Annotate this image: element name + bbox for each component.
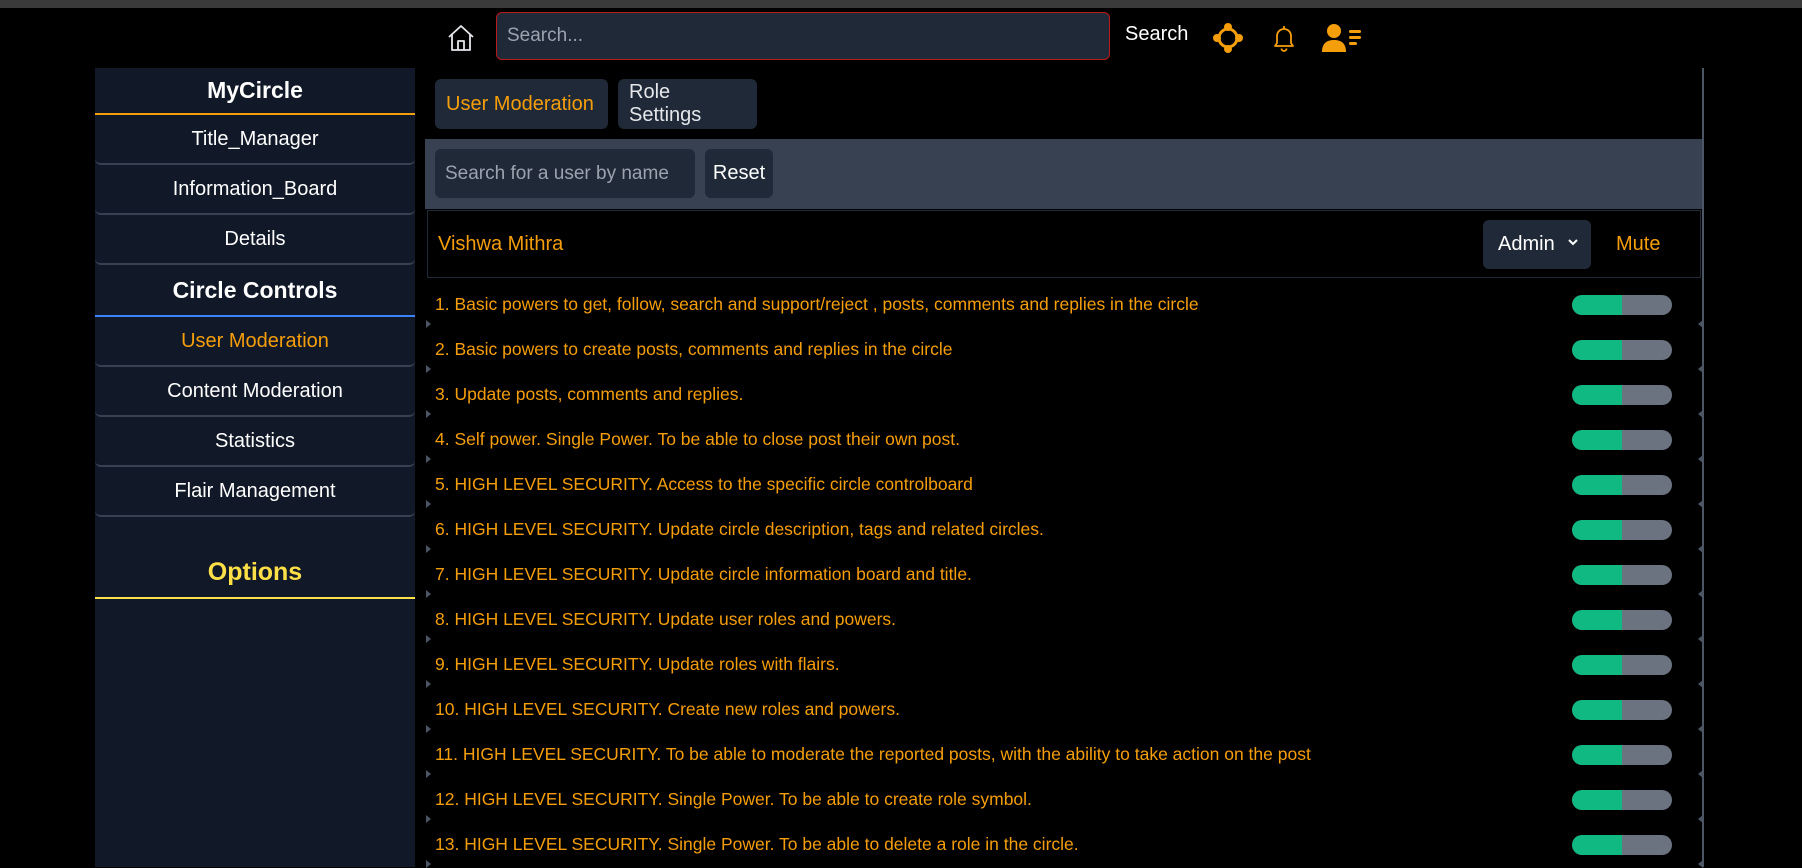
power-row: 3. Update posts, comments and replies. bbox=[425, 372, 1703, 418]
power-toggle[interactable] bbox=[1572, 295, 1672, 315]
power-toggle-fill bbox=[1572, 835, 1622, 855]
power-toggle[interactable] bbox=[1572, 475, 1672, 495]
power-toggle[interactable] bbox=[1572, 835, 1672, 855]
power-toggle[interactable] bbox=[1572, 700, 1672, 720]
tab-user-moderation[interactable]: User Moderation bbox=[435, 79, 608, 129]
power-toggle[interactable] bbox=[1572, 610, 1672, 630]
power-toggle-fill bbox=[1572, 565, 1622, 585]
power-toggle-fill bbox=[1572, 295, 1622, 315]
power-row: 7. HIGH LEVEL SECURITY. Update circle in… bbox=[425, 552, 1703, 598]
power-row: 8. HIGH LEVEL SECURITY. Update user role… bbox=[425, 597, 1703, 643]
power-description: 8. HIGH LEVEL SECURITY. Update user role… bbox=[435, 609, 897, 629]
power-row: 13. HIGH LEVEL SECURITY. Single Power. T… bbox=[425, 822, 1703, 868]
power-row: 2. Basic powers to create posts, comment… bbox=[425, 327, 1703, 373]
user-name: Vishwa Mithra bbox=[438, 233, 564, 255]
circles-button[interactable] bbox=[1210, 20, 1246, 56]
global-search-input[interactable] bbox=[496, 12, 1110, 60]
role-select[interactable]: Admin bbox=[1483, 220, 1591, 269]
sidebar-title: MyCircle bbox=[95, 68, 415, 115]
profile-menu-button[interactable] bbox=[1320, 20, 1364, 56]
power-toggle-fill bbox=[1572, 655, 1622, 675]
search-button[interactable]: Search bbox=[1125, 23, 1188, 46]
notifications-button[interactable] bbox=[1266, 20, 1302, 56]
main-panel: User Moderation Role Settings Reset Vish… bbox=[425, 68, 1705, 868]
power-row: 4. Self power. Single Power. To be able … bbox=[425, 417, 1703, 463]
power-description: 1. Basic powers to get, follow, search a… bbox=[435, 294, 1199, 314]
sidebar-section-circle-controls: Circle Controls bbox=[95, 265, 415, 317]
power-toggle-fill bbox=[1572, 340, 1622, 360]
power-toggle[interactable] bbox=[1572, 790, 1672, 810]
power-description: 4. Self power. Single Power. To be able … bbox=[435, 429, 960, 449]
power-toggle-fill bbox=[1572, 475, 1622, 495]
power-toggle-fill bbox=[1572, 790, 1622, 810]
power-toggle[interactable] bbox=[1572, 655, 1672, 675]
power-toggle-fill bbox=[1572, 610, 1622, 630]
power-description: 10. HIGH LEVEL SECURITY. Create new role… bbox=[435, 699, 900, 719]
power-row: 12. HIGH LEVEL SECURITY. Single Power. T… bbox=[425, 777, 1703, 823]
power-toggle-fill bbox=[1572, 385, 1622, 405]
power-toggle[interactable] bbox=[1572, 745, 1672, 765]
sidebar-section-options[interactable]: Options bbox=[95, 547, 415, 599]
power-row: 10. HIGH LEVEL SECURITY. Create new role… bbox=[425, 687, 1703, 733]
power-toggle-fill bbox=[1572, 745, 1622, 765]
user-row: Vishwa Mithra Admin Mute bbox=[427, 210, 1701, 278]
power-row: 1. Basic powers to get, follow, search a… bbox=[425, 282, 1703, 328]
power-description: 13. HIGH LEVEL SECURITY. Single Power. T… bbox=[435, 834, 1079, 854]
power-toggle-fill bbox=[1572, 700, 1622, 720]
power-toggle[interactable] bbox=[1572, 430, 1672, 450]
power-description: 7. HIGH LEVEL SECURITY. Update circle in… bbox=[435, 564, 972, 584]
power-row: 11. HIGH LEVEL SECURITY. To be able to m… bbox=[425, 732, 1703, 778]
power-description: 9. HIGH LEVEL SECURITY. Update roles wit… bbox=[435, 654, 840, 674]
power-row: 6. HIGH LEVEL SECURITY. Update circle de… bbox=[425, 507, 1703, 553]
sidebar-item-title-manager[interactable]: Title_Manager bbox=[95, 115, 415, 165]
browser-top-strip bbox=[0, 0, 1802, 8]
power-toggle[interactable] bbox=[1572, 565, 1672, 585]
mute-button[interactable]: Mute bbox=[1616, 233, 1660, 256]
circles-network-icon bbox=[1212, 22, 1244, 54]
reset-button[interactable]: Reset bbox=[705, 149, 773, 198]
home-icon bbox=[445, 22, 477, 54]
power-description: 5. HIGH LEVEL SECURITY. Access to the sp… bbox=[435, 474, 973, 494]
power-description: 12. HIGH LEVEL SECURITY. Single Power. T… bbox=[435, 789, 1032, 809]
power-description: 6. HIGH LEVEL SECURITY. Update circle de… bbox=[435, 519, 1044, 539]
role-select-value: Admin bbox=[1498, 233, 1555, 255]
user-filter-bar: Reset bbox=[425, 139, 1703, 209]
powers-list: 1. Basic powers to get, follow, search a… bbox=[425, 282, 1705, 868]
sidebar-item-details[interactable]: Details bbox=[95, 215, 415, 265]
sidebar-item-user-moderation[interactable]: User Moderation bbox=[95, 317, 415, 367]
user-search-input[interactable] bbox=[435, 149, 695, 198]
sidebar-item-flair-management[interactable]: Flair Management bbox=[95, 467, 415, 517]
power-toggle[interactable] bbox=[1572, 340, 1672, 360]
power-toggle[interactable] bbox=[1572, 520, 1672, 540]
power-row: 9. HIGH LEVEL SECURITY. Update roles wit… bbox=[425, 642, 1703, 688]
bell-icon bbox=[1269, 23, 1299, 53]
main-panel-border bbox=[1702, 68, 1704, 867]
chevron-down-icon bbox=[1567, 236, 1579, 248]
tab-role-settings[interactable]: Role Settings bbox=[618, 79, 757, 129]
power-toggle-fill bbox=[1572, 520, 1622, 540]
power-row: 5. HIGH LEVEL SECURITY. Access to the sp… bbox=[425, 462, 1703, 508]
sidebar-item-information-board[interactable]: Information_Board bbox=[95, 165, 415, 215]
power-description: 2. Basic powers to create posts, comment… bbox=[435, 339, 953, 359]
top-navigation-bar: Search bbox=[0, 8, 1802, 68]
power-description: 3. Update posts, comments and replies. bbox=[435, 384, 744, 404]
sidebar-item-content-moderation[interactable]: Content Moderation bbox=[95, 367, 415, 417]
sidebar-item-statistics[interactable]: Statistics bbox=[95, 417, 415, 467]
home-button[interactable] bbox=[443, 20, 479, 56]
sidebar: MyCircle Title_Manager Information_Board… bbox=[95, 68, 415, 867]
power-description: 11. HIGH LEVEL SECURITY. To be able to m… bbox=[435, 744, 1311, 764]
user-menu-icon bbox=[1321, 22, 1363, 54]
power-toggle-fill bbox=[1572, 430, 1622, 450]
power-toggle[interactable] bbox=[1572, 385, 1672, 405]
